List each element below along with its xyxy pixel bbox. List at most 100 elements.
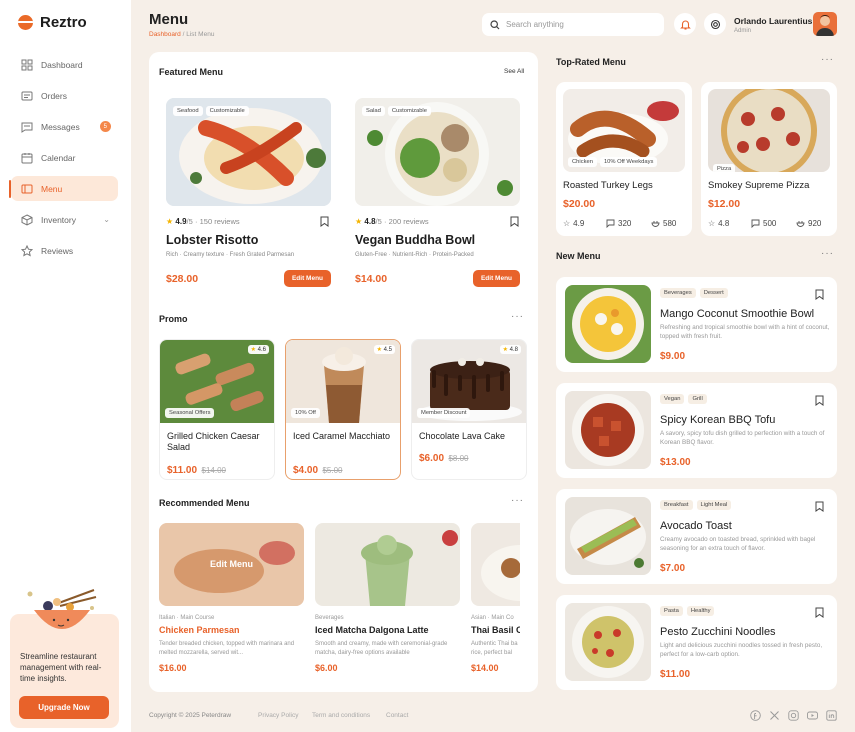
new-menu-card[interactable]: Breakfast Light Meal Avocado Toast Cream… <box>556 489 837 584</box>
footer-link-terms[interactable]: Term and conditions <box>312 712 370 719</box>
bookmark-icon[interactable] <box>815 607 824 618</box>
bookmark-icon[interactable] <box>815 289 824 300</box>
new-menu-image <box>565 391 651 469</box>
bookmark-icon[interactable] <box>815 395 824 406</box>
upgrade-promo-text: Streamline restaurant management with re… <box>20 652 102 683</box>
promo-dish-name: Grilled Chicken Caesar Salad <box>167 431 260 452</box>
new-menu-description: Creamy avocado on toasted bread, sprinkl… <box>660 536 816 552</box>
sidebar-item-label: Calendar <box>41 152 76 163</box>
recommended-card-image[interactable] <box>315 523 460 606</box>
orders-stat: 580 <box>651 219 676 228</box>
settings-button[interactable] <box>704 13 726 35</box>
recommended-dish-name[interactable]: Iced Matcha Dalgona Latte <box>315 625 429 635</box>
top-rated-card[interactable]: Pizza Smokey Supreme Pizza $12.00 ☆ 4.8 5… <box>701 82 837 236</box>
recommended-description: Tender breaded chicken, topped with mari… <box>159 641 295 656</box>
new-menu-dish-name: Spicy Korean BBQ Tofu <box>660 414 776 426</box>
thai-basil-photo <box>471 523 520 606</box>
dish-tag: Dessert <box>699 288 728 298</box>
new-menu-card[interactable]: Pasta Healthy Pesto Zucchini Noodles Lig… <box>556 595 837 690</box>
promo-price: $6.00 $8.00 <box>419 453 469 464</box>
promo-card[interactable]: ★ 4.8 Member Discount Chocolate Lava Cak… <box>411 339 527 480</box>
comment-icon <box>606 219 615 228</box>
sidebar-item-orders[interactable]: Orders <box>11 83 118 108</box>
new-menu-price: $13.00 <box>660 457 691 468</box>
top-rated-price: $20.00 <box>563 198 596 210</box>
message-icon <box>21 122 33 133</box>
dish-price: $14.00 <box>355 273 388 285</box>
user-name: Orlando Laurentius <box>734 16 813 26</box>
search-bar[interactable] <box>482 13 664 36</box>
search-input[interactable] <box>506 20 646 29</box>
footer-copyright: Copyright © 2025 Peterdraw <box>149 712 232 719</box>
korean-tofu-photo <box>565 391 651 469</box>
facebook-icon[interactable] <box>750 710 761 721</box>
recommended-menu-title: Recommended Menu <box>159 498 250 508</box>
bookmark-icon[interactable] <box>510 216 519 227</box>
linkedin-icon[interactable] <box>826 710 837 721</box>
orders-icon <box>21 91 33 100</box>
edit-menu-button[interactable]: Edit Menu <box>473 270 520 287</box>
sidebar-item-inventory[interactable]: Inventory ⌄ <box>11 207 118 232</box>
breadcrumb-dashboard[interactable]: Dashboard <box>149 31 181 38</box>
star-icon: ★ <box>355 217 363 226</box>
dish-description: Gluten-Free · Nutrient-Rich · Protein-Pa… <box>355 252 474 258</box>
footer-link-contact[interactable]: Contact <box>386 712 408 719</box>
bookmark-icon[interactable] <box>815 501 824 512</box>
edit-menu-overlay[interactable]: Edit Menu <box>159 559 304 569</box>
more-options-icon[interactable]: ··· <box>511 495 524 506</box>
new-menu-image <box>565 285 651 363</box>
avatar-person-icon <box>816 15 834 36</box>
promo-card-selected[interactable]: ★ 4.5 10% Off Iced Caramel Macchiato $4.… <box>285 339 401 480</box>
footer-link-privacy[interactable]: Privacy Policy <box>258 712 298 719</box>
breadcrumb: Dashboard / List Menu <box>149 31 214 38</box>
more-options-icon[interactable]: ··· <box>821 248 834 259</box>
promo-dish-name: Iced Caramel Macchiato <box>293 431 391 441</box>
brand[interactable]: Reztro <box>18 14 87 31</box>
rating-tag: ★ 4.5 <box>373 345 395 354</box>
dish-description: Rich · Creamy texture · Fresh Grated Par… <box>166 252 295 258</box>
top-rated-card[interactable]: Chicken 10% Off Weekdays Roasted Turkey … <box>556 82 692 236</box>
recommended-dish-name[interactable]: Chicken Parmesan <box>159 625 240 635</box>
top-rated-image: Chicken 10% Off Weekdays <box>563 89 685 172</box>
new-menu-card[interactable]: Beverages Dessert Mango Coconut Smoothie… <box>556 277 837 372</box>
more-options-icon[interactable]: ··· <box>511 311 524 322</box>
sidebar-item-menu[interactable]: Menu <box>11 176 118 201</box>
avatar[interactable] <box>813 12 837 36</box>
x-twitter-icon[interactable] <box>769 710 780 721</box>
instagram-icon[interactable] <box>788 710 799 721</box>
bowl-icon <box>796 221 805 227</box>
smoothie-bowl-photo <box>565 285 651 363</box>
recommended-meta: Asian · Main Co <box>471 615 514 621</box>
menu-icon <box>21 184 33 193</box>
matcha-latte-photo <box>315 523 460 606</box>
new-menu-description: Refreshing and tropical smoothie bowl wi… <box>660 324 830 340</box>
recommended-card-image[interactable] <box>471 523 520 606</box>
dish-tag: Light Meal <box>696 500 732 510</box>
reviews-stat: 320 <box>606 219 631 228</box>
sidebar-item-calendar[interactable]: Calendar <box>11 145 118 170</box>
rating-tag: ★ 4.8 <box>499 345 521 354</box>
sidebar-item-dashboard[interactable]: Dashboard <box>11 52 118 77</box>
youtube-icon[interactable] <box>807 710 818 721</box>
more-options-icon[interactable]: ··· <box>821 54 834 65</box>
promo-card[interactable]: ★ 4.6 Seasonal Offers Grilled Chicken Ca… <box>159 339 275 480</box>
recommended-dish-name[interactable]: Thai Basil Ch <box>471 625 520 635</box>
upgrade-button[interactable]: Upgrade Now <box>19 696 109 719</box>
sidebar-item-messages[interactable]: Messages 5 <box>11 114 118 139</box>
edit-menu-button[interactable]: Edit Menu <box>284 270 331 287</box>
new-menu-card[interactable]: Vegan Grill Spicy Korean BBQ Tofu A savo… <box>556 383 837 478</box>
sidebar-item-label: Reviews <box>41 245 74 256</box>
star-icon <box>21 244 33 256</box>
promo-dish-name: Chocolate Lava Cake <box>419 431 506 441</box>
bookmark-icon[interactable] <box>320 216 329 227</box>
brand-logo-icon <box>18 15 33 30</box>
top-rated-dish-name: Roasted Turkey Legs <box>563 180 653 191</box>
see-all-link[interactable]: See All <box>504 68 524 75</box>
new-menu-image <box>565 603 651 681</box>
rating-stat: ☆ 4.8 <box>708 219 730 228</box>
top-rated-dish-name: Smokey Supreme Pizza <box>708 180 810 191</box>
sidebar-item-reviews[interactable]: Reviews <box>11 238 118 263</box>
dish-name: Lobster Risotto <box>166 233 259 247</box>
recommended-card-image[interactable]: Edit Menu <box>159 523 304 606</box>
notification-button[interactable] <box>674 13 696 35</box>
